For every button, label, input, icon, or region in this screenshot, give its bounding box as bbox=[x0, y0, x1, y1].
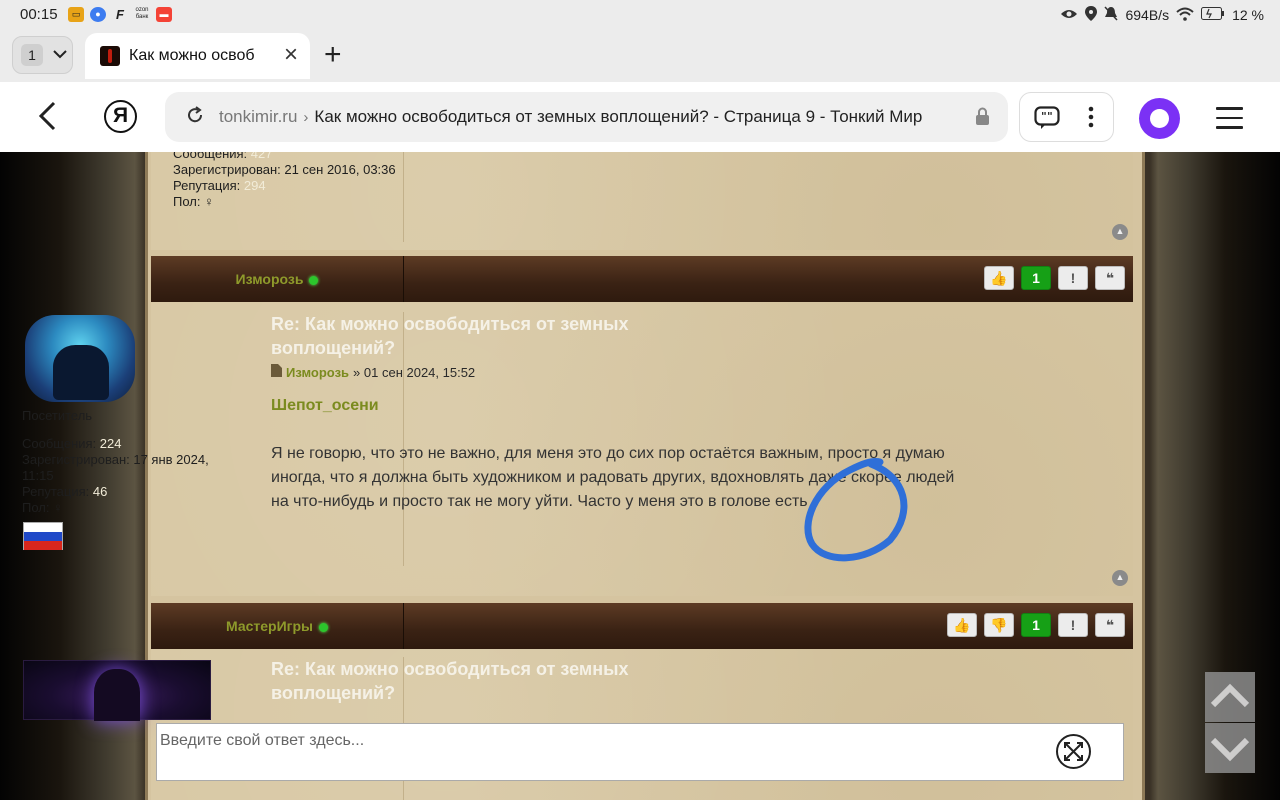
messages-count: 224 bbox=[99, 436, 122, 451]
post-meta-date: » 01 сен 2024, 15:52 bbox=[353, 364, 476, 380]
scroll-up-button[interactable] bbox=[1205, 672, 1255, 722]
reputation-label: Репутация: bbox=[22, 484, 90, 499]
dislike-button[interactable]: 👎 bbox=[984, 613, 1014, 637]
column-divider bbox=[403, 152, 404, 242]
notification-icons: ▭ ● F ozon банк ▬ bbox=[68, 7, 172, 22]
back-to-top-icon[interactable]: ▲ bbox=[1112, 224, 1128, 240]
post-header: Изморозь 👍 1 ! ❝ bbox=[151, 256, 1133, 302]
forum-page: Сообщения: 427 Зарегистрирован: 21 сен 2… bbox=[0, 152, 1280, 800]
url-domain: tonkimir.ru bbox=[219, 107, 298, 126]
back-to-top-icon[interactable]: ▲ bbox=[1112, 570, 1128, 586]
post-body: Я не говорю, что это не важно, для меня … bbox=[271, 445, 955, 510]
post-actions: 👍 👎 1 ! ❝ bbox=[947, 613, 1125, 637]
system-indicators: 694B/s 12 % bbox=[1060, 6, 1264, 24]
like-button[interactable]: 👍 bbox=[947, 613, 977, 637]
post-author-cell: Изморозь bbox=[151, 256, 404, 302]
messages-count: 427 bbox=[250, 152, 273, 161]
url-page-title: Как можно освободиться от земных воплоще… bbox=[314, 107, 923, 126]
wifi-icon bbox=[1176, 7, 1194, 24]
battery-level: 12 % bbox=[1232, 7, 1264, 23]
tab-count: 1 bbox=[21, 44, 43, 66]
like-count: 1 bbox=[1021, 266, 1051, 290]
post-header: МастерИгры 👍 👎 1 ! ❝ bbox=[151, 603, 1133, 649]
online-status-icon bbox=[309, 275, 319, 285]
status-bar: 00:15 ▭ ● F ozon банк ▬ 694B/s 12 % bbox=[0, 0, 1280, 30]
registered-label: Зарегистрирован: bbox=[173, 162, 281, 177]
post-actions: 👍 1 ! ❝ bbox=[984, 266, 1125, 290]
chevron-down-icon bbox=[53, 46, 67, 64]
like-button[interactable]: 👍 bbox=[984, 266, 1014, 290]
reload-icon[interactable] bbox=[185, 105, 205, 130]
gender-label: Пол: bbox=[22, 500, 50, 515]
post-document-icon[interactable] bbox=[271, 364, 282, 380]
tab-title: Как можно освоб bbox=[129, 47, 255, 64]
close-tab-icon[interactable]: × bbox=[284, 43, 298, 67]
online-status-icon bbox=[319, 622, 328, 632]
post-title[interactable]: Re: Как можно освободиться от земных воп… bbox=[271, 312, 691, 360]
reputation-label: Репутация: bbox=[173, 178, 241, 193]
browser-actions: " " bbox=[1019, 92, 1114, 142]
registered-date: 21 сен 2016, 03:36 bbox=[284, 162, 396, 177]
network-speed: 694B/s bbox=[1125, 7, 1170, 23]
post-title[interactable]: Re: Как можно освободиться от земных воп… bbox=[271, 657, 691, 705]
clock: 00:15 bbox=[20, 6, 58, 23]
mute-bell-icon bbox=[1104, 6, 1119, 24]
comments-icon[interactable]: " " bbox=[1034, 106, 1060, 135]
active-tab[interactable]: Как можно освоб × bbox=[85, 33, 310, 79]
taxi-app-icon: ▭ bbox=[68, 7, 84, 22]
post-user-rank: Посетитель bbox=[22, 408, 93, 423]
post-user-info: Сообщения: 224 Зарегистрирован: 17 янв 2… bbox=[22, 436, 232, 516]
yandex-logo-button[interactable]: Я bbox=[104, 100, 137, 133]
battery-icon bbox=[1201, 7, 1225, 23]
post-meta: Изморозь » 01 сен 2024, 15:52 bbox=[271, 364, 475, 380]
lock-icon[interactable] bbox=[975, 107, 990, 130]
gender-value: ♀ bbox=[53, 500, 63, 515]
quote-button[interactable]: ❝ bbox=[1095, 266, 1125, 290]
russia-flag-icon bbox=[23, 522, 63, 550]
quoted-user-name: Шепот_осени bbox=[271, 397, 379, 414]
post-author-name[interactable]: МастерИгры bbox=[226, 618, 313, 634]
tab-switcher-button[interactable]: 1 bbox=[12, 36, 73, 74]
alice-assistant-icon[interactable] bbox=[1139, 98, 1180, 139]
user-avatar[interactable] bbox=[25, 315, 135, 402]
post-author-name[interactable]: Изморозь bbox=[236, 271, 304, 287]
url-separator-icon: › bbox=[303, 108, 309, 126]
svg-text:": " bbox=[1041, 110, 1047, 123]
gender-value: ♀ bbox=[204, 194, 214, 209]
eye-icon bbox=[1060, 7, 1078, 23]
quote-button[interactable]: ❝ bbox=[1095, 613, 1125, 637]
expand-icon[interactable] bbox=[1056, 734, 1091, 769]
messages-label: Сообщения: bbox=[22, 436, 97, 451]
report-button[interactable]: ! bbox=[1058, 266, 1088, 290]
user-avatar[interactable] bbox=[23, 660, 211, 721]
navigation-bar: Я tonkimir.ru › Как можно освободиться о… bbox=[0, 82, 1280, 152]
reply-placeholder: Введите свой ответ здесь... bbox=[160, 732, 365, 749]
reputation-value: 294 bbox=[243, 178, 266, 193]
new-tab-button[interactable]: + bbox=[324, 40, 342, 70]
quick-reply-input[interactable]: Введите свой ответ здесь... bbox=[156, 723, 1124, 781]
f-app-icon: F bbox=[116, 7, 124, 22]
ozon-bank-icon: ozon банк bbox=[135, 7, 149, 20]
messages-label: Сообщения: bbox=[173, 152, 248, 161]
post-author-cell: МастерИгры bbox=[151, 603, 404, 649]
svg-text:": " bbox=[1047, 110, 1053, 123]
red-app-icon: ▬ bbox=[156, 7, 172, 22]
location-icon bbox=[1085, 6, 1098, 24]
back-arrow-icon[interactable] bbox=[36, 100, 58, 137]
registered-label: Зарегистрирован: bbox=[22, 452, 130, 467]
report-button[interactable]: ! bbox=[1058, 613, 1088, 637]
post-meta-author[interactable]: Изморозь bbox=[286, 365, 349, 380]
gender-label: Пол: bbox=[173, 194, 201, 209]
address-bar[interactable]: tonkimir.ru › Как можно освободиться от … bbox=[165, 92, 1008, 142]
scroll-down-button[interactable] bbox=[1205, 723, 1255, 773]
site-favicon-icon bbox=[100, 46, 120, 66]
browser-app-icon: ● bbox=[90, 7, 106, 22]
previous-post: Сообщения: 427 Зарегистрирован: 21 сен 2… bbox=[151, 152, 1133, 250]
previous-post-user-info: Сообщения: 427 Зарегистрирован: 21 сен 2… bbox=[173, 152, 396, 210]
more-options-icon[interactable] bbox=[1088, 105, 1094, 134]
tab-bar: 1 Как можно освоб × + bbox=[0, 30, 1280, 82]
like-count: 1 bbox=[1021, 613, 1051, 637]
menu-icon[interactable] bbox=[1216, 107, 1243, 136]
reputation-value: 46 bbox=[92, 484, 108, 499]
